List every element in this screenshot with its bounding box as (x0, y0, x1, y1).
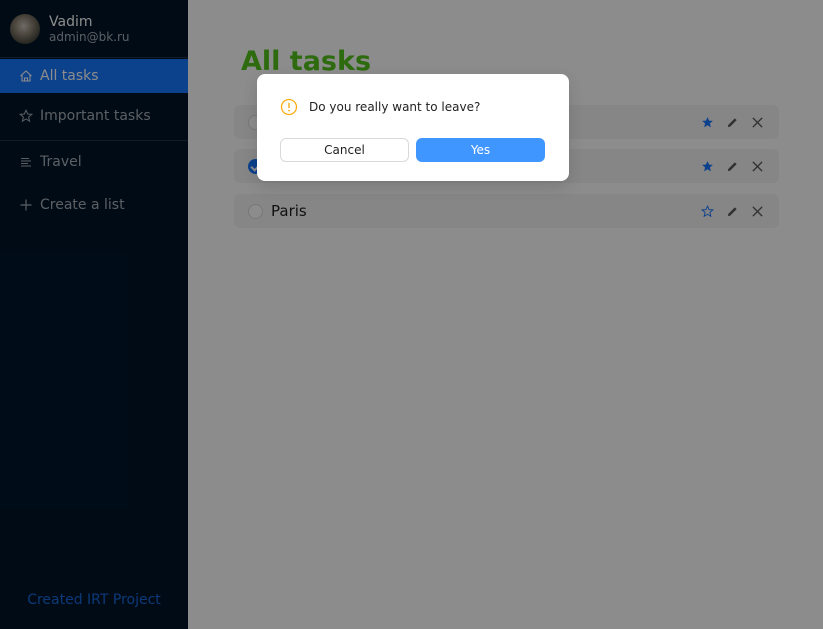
yes-button[interactable]: Yes (416, 138, 545, 162)
confirm-dialog: Do you really want to leave? Cancel Yes (257, 74, 569, 181)
exclamation-circle-icon (280, 98, 298, 116)
dialog-message: Do you really want to leave? (309, 100, 481, 114)
cancel-button[interactable]: Cancel (280, 138, 409, 162)
